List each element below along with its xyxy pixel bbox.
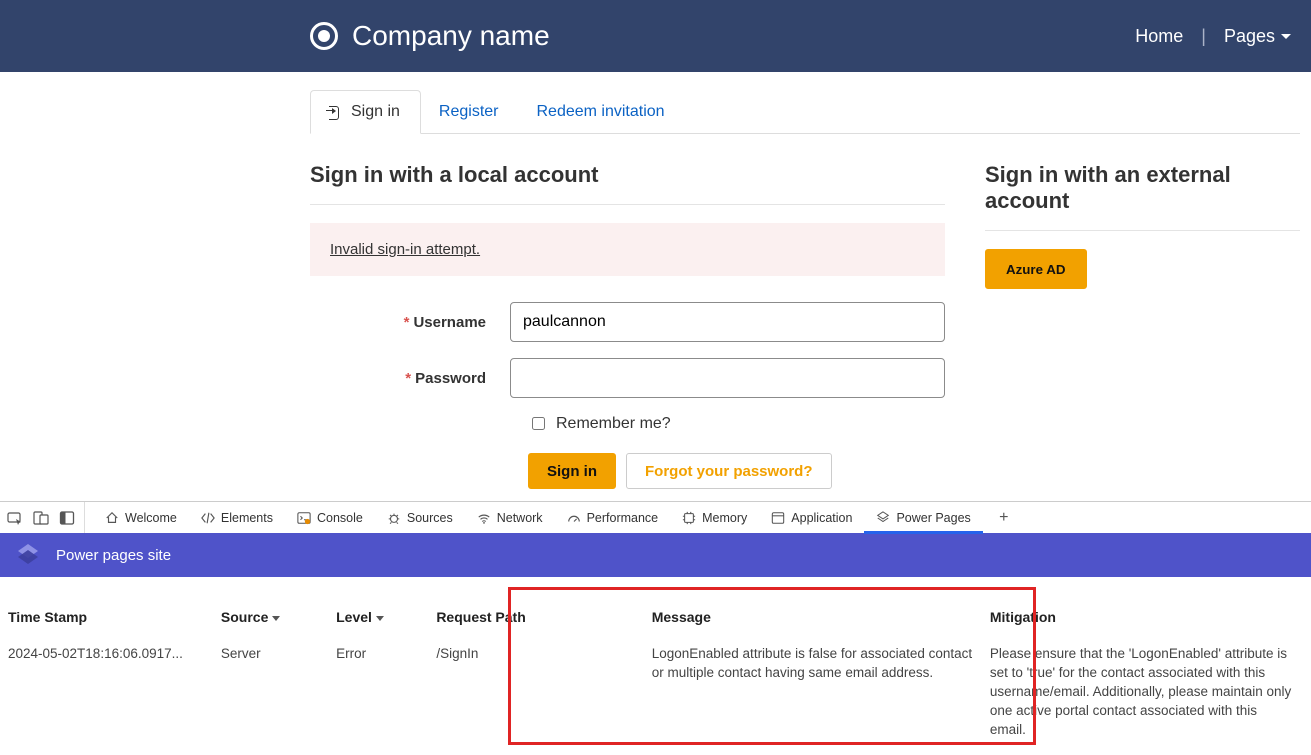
remember-label: Remember me? [556, 415, 671, 433]
brand-name: Company name [352, 20, 550, 52]
top-nav: Company name Home | Pages [0, 0, 1311, 72]
chevron-down-icon [1281, 34, 1291, 39]
devtools-tab-powerpages[interactable]: Power Pages [864, 502, 982, 533]
tab-signin[interactable]: Sign in [310, 90, 421, 134]
log-header-source[interactable]: Source [221, 599, 336, 641]
log-header-message[interactable]: Message [652, 599, 990, 641]
external-signin-heading: Sign in with an external account [985, 162, 1300, 231]
powerpages-banner-title: Power pages site [56, 547, 171, 564]
required-marker: * [404, 314, 410, 331]
dock-icon[interactable] [58, 509, 76, 527]
tab-redeem[interactable]: Redeem invitation [519, 90, 685, 133]
username-input[interactable] [510, 302, 945, 342]
log-cell-path: /SignIn [436, 641, 651, 743]
chevron-down-icon [376, 616, 384, 621]
devtools-tab-console[interactable]: Console [285, 502, 375, 533]
log-cell-level: Error [336, 641, 436, 743]
username-label: *Username [310, 314, 510, 331]
signin-error-alert: Invalid sign-in attempt. [310, 223, 945, 276]
log-row[interactable]: 2024-05-02T18:16:06.0917... Server Error… [8, 641, 1303, 743]
remember-checkbox[interactable] [532, 417, 545, 430]
console-icon [297, 511, 311, 525]
log-cell-mitigation: Please ensure that the 'LogonEnabled' at… [990, 641, 1303, 743]
forgot-password-button[interactable]: Forgot your password? [626, 453, 832, 489]
log-cell-message: LogonEnabled attribute is false for asso… [652, 641, 990, 743]
home-icon [105, 511, 119, 525]
log-panel: Time Stamp Source Level Request Path Mes… [0, 577, 1311, 755]
devtools-tab-memory[interactable]: Memory [670, 502, 759, 533]
tab-register-label: Register [439, 103, 499, 121]
devtools-tab-welcome[interactable]: Welcome [93, 502, 189, 533]
log-table: Time Stamp Source Level Request Path Mes… [8, 599, 1303, 743]
log-header-mitigation[interactable]: Mitigation [990, 599, 1303, 641]
devtools-tab-performance[interactable]: Performance [555, 502, 671, 533]
powerpages-logo-icon [14, 541, 42, 569]
password-label: *Password [310, 370, 510, 387]
powerpages-banner: Power pages site [0, 533, 1311, 577]
required-marker: * [405, 370, 411, 387]
code-icon [201, 511, 215, 525]
devtools-tab-application[interactable]: Application [759, 502, 864, 533]
signin-button[interactable]: Sign in [528, 453, 616, 489]
log-header-path[interactable]: Request Path [436, 599, 651, 641]
signin-arrow-icon [329, 105, 345, 119]
brand: Company name [310, 20, 550, 52]
bug-icon [387, 511, 401, 525]
log-header-timestamp[interactable]: Time Stamp [8, 599, 221, 641]
tab-signin-label: Sign in [351, 103, 400, 121]
gauge-icon [567, 511, 581, 525]
devtools-add-tab[interactable]: + [993, 507, 1015, 529]
devtools-tabstrip: Welcome Elements Console Sources Network… [0, 501, 1311, 533]
powerpages-icon [876, 511, 890, 525]
auth-tabs: Sign in Register Redeem invitation [310, 90, 1300, 134]
brand-logo-icon [310, 22, 338, 50]
local-signin-heading: Sign in with a local account [310, 162, 945, 205]
log-header-level[interactable]: Level [336, 599, 436, 641]
signin-error-text: Invalid sign-in attempt. [330, 241, 480, 258]
inspect-icon[interactable] [6, 509, 24, 527]
devtools-tab-network[interactable]: Network [465, 502, 555, 533]
devtools-tab-elements[interactable]: Elements [189, 502, 285, 533]
tab-register[interactable]: Register [421, 90, 519, 133]
devtools-tab-sources[interactable]: Sources [375, 502, 465, 533]
tab-redeem-label: Redeem invitation [537, 103, 665, 121]
log-cell-source: Server [221, 641, 336, 743]
main-content: Sign in Register Redeem invitation Sign … [300, 90, 1310, 489]
chip-icon [682, 511, 696, 525]
nav-separator: | [1201, 26, 1206, 47]
nav-pages-label: Pages [1224, 26, 1275, 47]
chevron-down-icon [272, 616, 280, 621]
window-icon [771, 511, 785, 525]
azure-ad-button[interactable]: Azure AD [985, 249, 1087, 289]
nav-pages-dropdown[interactable]: Pages [1224, 26, 1291, 47]
wifi-icon [477, 511, 491, 525]
password-input[interactable] [510, 358, 945, 398]
log-cell-timestamp: 2024-05-02T18:16:06.0917... [8, 641, 221, 743]
device-toggle-icon[interactable] [32, 509, 50, 527]
nav-home[interactable]: Home [1135, 26, 1183, 47]
